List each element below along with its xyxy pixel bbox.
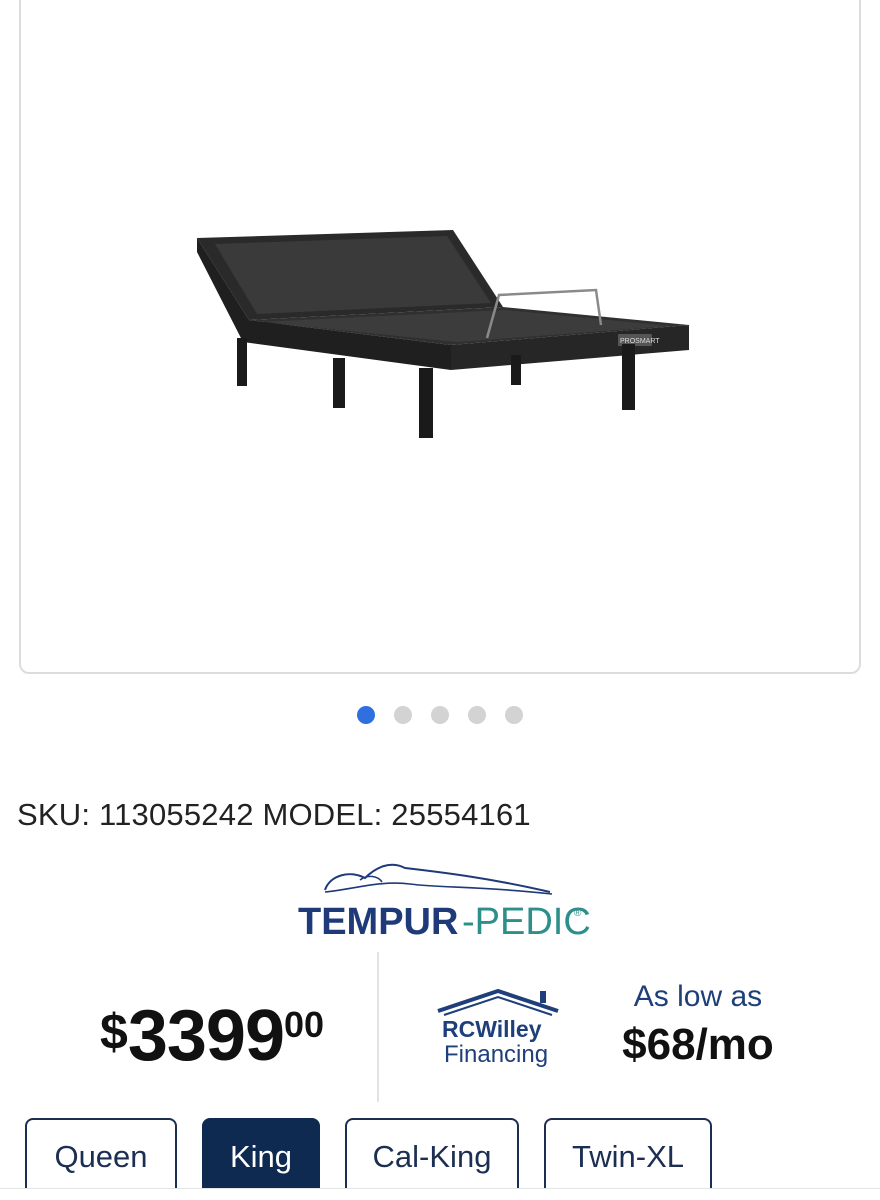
svg-text:TEMPUR: TEMPUR <box>298 901 458 943</box>
product-image-card[interactable]: PROSMART <box>19 0 861 674</box>
svg-text:PROSMART: PROSMART <box>620 338 660 345</box>
price-cents: 00 <box>283 1004 325 1045</box>
sku-model-text: SKU: 113055242 MODEL: 25554161 <box>17 797 531 832</box>
price-whole: 3399 <box>127 996 285 1076</box>
svg-text:RCWilley: RCWilley <box>442 1016 542 1042</box>
size-option-queen[interactable]: Queen <box>25 1118 177 1196</box>
product-price: $ 3399 00 <box>100 995 324 1077</box>
size-option-king[interactable]: King <box>202 1118 320 1196</box>
tempur-pedic-logo: TEMPUR -PEDIC ® <box>298 863 590 943</box>
size-option-twin-xl[interactable]: Twin-XL <box>544 1118 712 1196</box>
rcwilley-financing-logo[interactable]: RCWilley Financing <box>432 985 564 1070</box>
size-option-cal-king[interactable]: Cal-King <box>345 1118 519 1196</box>
svg-text:®: ® <box>574 908 582 919</box>
as-low-as-label: As low as <box>633 980 763 1013</box>
carousel-dot[interactable] <box>468 706 486 724</box>
monthly-payment[interactable]: $68/mo <box>600 1020 796 1070</box>
price-currency: $ <box>100 1004 128 1060</box>
svg-text:Financing: Financing <box>444 1041 548 1068</box>
bottom-edge <box>0 1188 880 1200</box>
carousel-dots <box>0 706 880 724</box>
price-divider <box>377 952 379 1102</box>
carousel-dot[interactable] <box>505 706 523 724</box>
adjustable-base-image: PROSMART <box>197 230 689 438</box>
carousel-dot[interactable] <box>394 706 412 724</box>
carousel-dot[interactable] <box>357 706 375 724</box>
svg-text:-PEDIC: -PEDIC <box>462 901 590 943</box>
size-selector: Queen King Cal-King Twin-XL <box>25 1118 712 1196</box>
carousel-dot[interactable] <box>431 706 449 724</box>
